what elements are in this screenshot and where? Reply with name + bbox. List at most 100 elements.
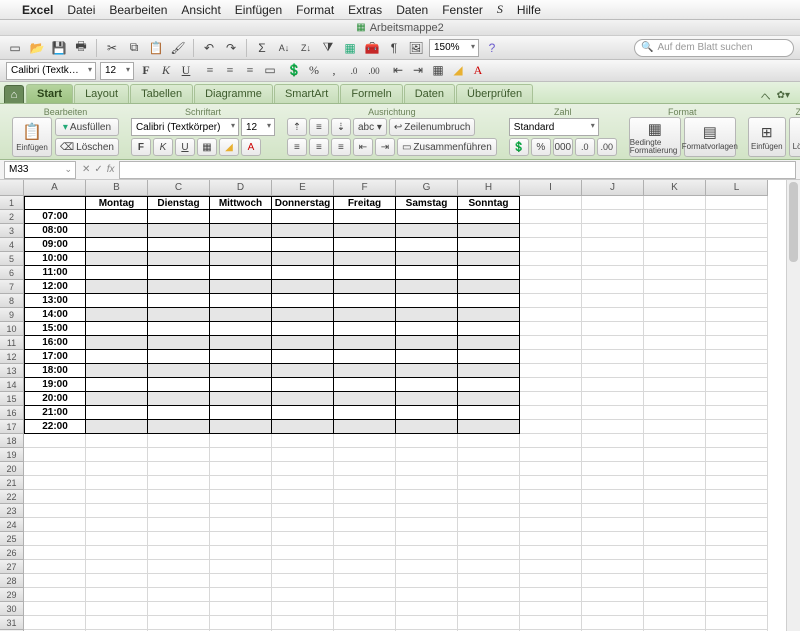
cell[interactable]: 22:00: [24, 420, 86, 434]
row-header[interactable]: 29: [0, 588, 24, 602]
cell[interactable]: [24, 560, 86, 574]
cell[interactable]: [520, 616, 582, 630]
cell[interactable]: [706, 280, 768, 294]
cell[interactable]: [148, 574, 210, 588]
cell[interactable]: [520, 294, 582, 308]
row-header[interactable]: 12: [0, 350, 24, 364]
cell[interactable]: [334, 252, 396, 266]
cell[interactable]: [148, 420, 210, 434]
cell[interactable]: [582, 294, 644, 308]
cell[interactable]: [334, 350, 396, 364]
cell[interactable]: [86, 574, 148, 588]
cell[interactable]: [520, 350, 582, 364]
cell[interactable]: [210, 616, 272, 630]
cell[interactable]: [210, 224, 272, 238]
cell[interactable]: [644, 476, 706, 490]
row-header[interactable]: 5: [0, 252, 24, 266]
cell[interactable]: [86, 490, 148, 504]
cell[interactable]: [272, 490, 334, 504]
underline-button[interactable]: U: [178, 63, 194, 79]
cell[interactable]: [396, 294, 458, 308]
cell[interactable]: [272, 364, 334, 378]
cell[interactable]: [148, 490, 210, 504]
bold-button[interactable]: F: [138, 63, 154, 79]
cell[interactable]: [644, 420, 706, 434]
menu-hilfe[interactable]: Hilfe: [517, 3, 541, 17]
cell[interactable]: [582, 602, 644, 616]
cell[interactable]: [272, 280, 334, 294]
cell[interactable]: [334, 336, 396, 350]
cell[interactable]: [520, 476, 582, 490]
cell[interactable]: [210, 406, 272, 420]
cell[interactable]: [458, 378, 520, 392]
cell[interactable]: [86, 266, 148, 280]
cell[interactable]: [582, 196, 644, 210]
cell[interactable]: [644, 448, 706, 462]
cell[interactable]: [396, 336, 458, 350]
cell[interactable]: 17:00: [24, 350, 86, 364]
ribbon-font-size[interactable]: 12: [241, 118, 275, 136]
cell[interactable]: [644, 252, 706, 266]
cell[interactable]: [458, 406, 520, 420]
tab-formeln[interactable]: Formeln: [340, 84, 402, 103]
cell[interactable]: [86, 294, 148, 308]
cell[interactable]: [706, 266, 768, 280]
filter-icon[interactable]: ⧩: [319, 39, 337, 57]
merge-button[interactable]: ▭Zusammenführen: [397, 138, 497, 156]
cell[interactable]: [520, 392, 582, 406]
cell[interactable]: [24, 616, 86, 630]
fill-button[interactable]: ▾Ausfüllen: [55, 118, 119, 136]
cut-icon[interactable]: ✂: [103, 39, 121, 57]
cell[interactable]: [86, 350, 148, 364]
cell[interactable]: [520, 434, 582, 448]
new-icon[interactable]: ▭: [6, 39, 24, 57]
cell[interactable]: [396, 378, 458, 392]
cell[interactable]: [210, 392, 272, 406]
cell[interactable]: [706, 378, 768, 392]
cell[interactable]: [706, 490, 768, 504]
cell[interactable]: [396, 350, 458, 364]
cell[interactable]: Donnerstag: [272, 196, 334, 210]
cell[interactable]: [582, 210, 644, 224]
cell[interactable]: Dienstag: [148, 196, 210, 210]
column-header[interactable]: C: [148, 180, 210, 196]
cell[interactable]: 12:00: [24, 280, 86, 294]
cell[interactable]: [458, 336, 520, 350]
cell[interactable]: [706, 574, 768, 588]
row-header[interactable]: 28: [0, 574, 24, 588]
cell[interactable]: [458, 546, 520, 560]
cell[interactable]: [148, 252, 210, 266]
cell[interactable]: [272, 392, 334, 406]
cell[interactable]: [334, 420, 396, 434]
cell[interactable]: [458, 266, 520, 280]
cell[interactable]: [458, 532, 520, 546]
row-header[interactable]: 13: [0, 364, 24, 378]
row-header[interactable]: 25: [0, 532, 24, 546]
ribbon-collapse-icon[interactable]: へ: [759, 88, 773, 103]
cell[interactable]: [458, 448, 520, 462]
cell[interactable]: [582, 588, 644, 602]
zoom-dropdown[interactable]: 150%: [429, 39, 479, 57]
cell[interactable]: [86, 252, 148, 266]
cell[interactable]: 10:00: [24, 252, 86, 266]
print-icon[interactable]: 🖶: [72, 39, 90, 57]
cell[interactable]: [582, 420, 644, 434]
cell[interactable]: [458, 504, 520, 518]
row-header[interactable]: 10: [0, 322, 24, 336]
cell[interactable]: [334, 616, 396, 630]
cell[interactable]: [706, 560, 768, 574]
cell[interactable]: [210, 294, 272, 308]
cell[interactable]: [86, 602, 148, 616]
column-header[interactable]: H: [458, 180, 520, 196]
cell[interactable]: [334, 518, 396, 532]
cell[interactable]: [210, 378, 272, 392]
cell[interactable]: [334, 392, 396, 406]
cell[interactable]: [396, 266, 458, 280]
menu-script-icon[interactable]: S: [497, 2, 503, 17]
cell[interactable]: [520, 336, 582, 350]
cell[interactable]: [520, 196, 582, 210]
menu-bearbeiten[interactable]: Bearbeiten: [109, 3, 167, 17]
grid[interactable]: MontagDienstagMittwochDonnerstagFreitagS…: [24, 196, 768, 631]
cell[interactable]: [86, 560, 148, 574]
cell[interactable]: [520, 224, 582, 238]
